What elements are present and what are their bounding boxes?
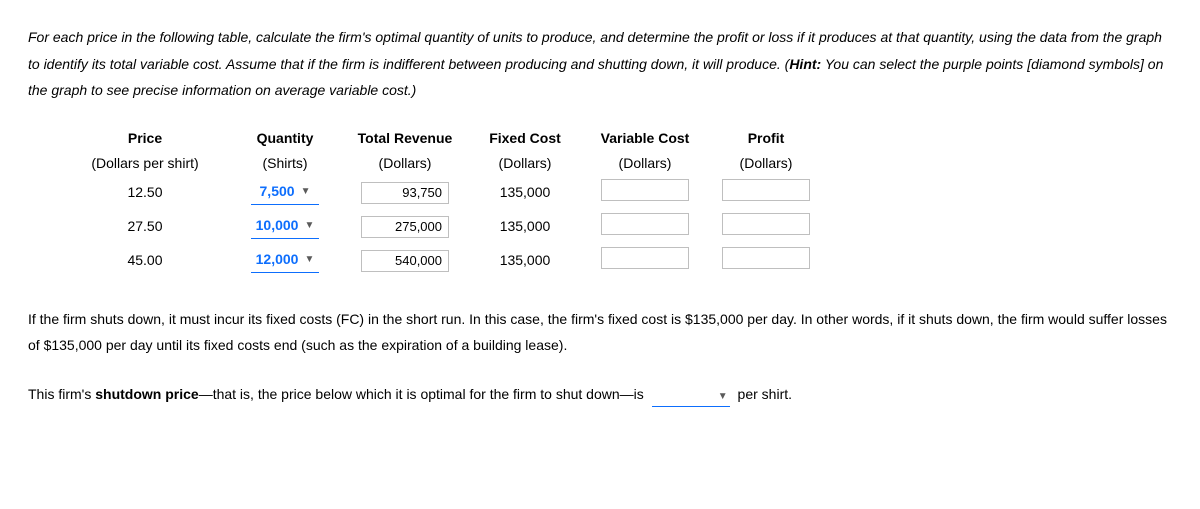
quantity-dropdown[interactable]: 10,000 ▼ [251, 214, 319, 239]
header-price: Price [60, 126, 230, 151]
revenue-box: 540,000 [361, 250, 449, 272]
header-fixed-cost: Fixed Cost [470, 126, 580, 151]
instructions-paragraph: For each price in the following table, c… [28, 24, 1172, 104]
subheader-profit: (Dollars) [710, 151, 822, 176]
shutdown-price-dropdown[interactable]: ▼ [652, 389, 730, 407]
table-row: 45.00 12,000 ▼ 540,000 135,000 [60, 244, 822, 278]
shutdown-middle: —that is, the price below which it is op… [199, 386, 644, 402]
profit-input[interactable] [722, 247, 810, 269]
dropdown-value: 12,000 [256, 249, 299, 270]
shutdown-paragraph: This firm's shutdown price—that is, the … [28, 381, 1172, 408]
subheader-quantity: (Shirts) [230, 151, 340, 176]
subheader-variable-cost: (Dollars) [580, 151, 710, 176]
quantity-dropdown[interactable]: 12,000 ▼ [251, 248, 319, 273]
caret-down-icon: ▼ [301, 184, 311, 199]
cell-price: 45.00 [60, 244, 230, 278]
revenue-box: 93,750 [361, 182, 449, 204]
subheader-price: (Dollars per shirt) [60, 151, 230, 176]
table-row: 12.50 7,500 ▼ 93,750 135,000 [60, 176, 822, 210]
dropdown-value: 7,500 [260, 181, 295, 202]
subheader-fixed-cost: (Dollars) [470, 151, 580, 176]
caret-down-icon: ▼ [304, 252, 314, 267]
cell-price: 27.50 [60, 210, 230, 244]
cell-fixed-cost: 135,000 [470, 210, 580, 244]
variable-cost-input[interactable] [601, 179, 689, 201]
header-variable-cost: Variable Cost [580, 126, 710, 151]
header-revenue: Total Revenue [340, 126, 470, 151]
variable-cost-input[interactable] [601, 213, 689, 235]
profit-input[interactable] [722, 179, 810, 201]
caret-down-icon: ▼ [304, 218, 314, 233]
cell-fixed-cost: 135,000 [470, 176, 580, 210]
caret-down-icon: ▼ [718, 387, 728, 406]
cell-price: 12.50 [60, 176, 230, 210]
header-profit: Profit [710, 126, 822, 151]
shutdown-suffix: per shirt. [738, 386, 792, 402]
production-table: Price Quantity Total Revenue Fixed Cost … [60, 126, 822, 278]
cell-fixed-cost: 135,000 [470, 244, 580, 278]
fixed-cost-paragraph: If the firm shuts down, it must incur it… [28, 306, 1172, 359]
shutdown-bold: shutdown price [95, 386, 198, 402]
quantity-dropdown[interactable]: 7,500 ▼ [251, 180, 319, 205]
shutdown-prefix: This firm's [28, 386, 95, 402]
header-quantity: Quantity [230, 126, 340, 151]
dropdown-value: 10,000 [256, 215, 299, 236]
subheader-revenue: (Dollars) [340, 151, 470, 176]
revenue-box: 275,000 [361, 216, 449, 238]
profit-input[interactable] [722, 213, 810, 235]
table-row: 27.50 10,000 ▼ 275,000 135,000 [60, 210, 822, 244]
variable-cost-input[interactable] [601, 247, 689, 269]
hint-label: Hint: [789, 56, 821, 72]
